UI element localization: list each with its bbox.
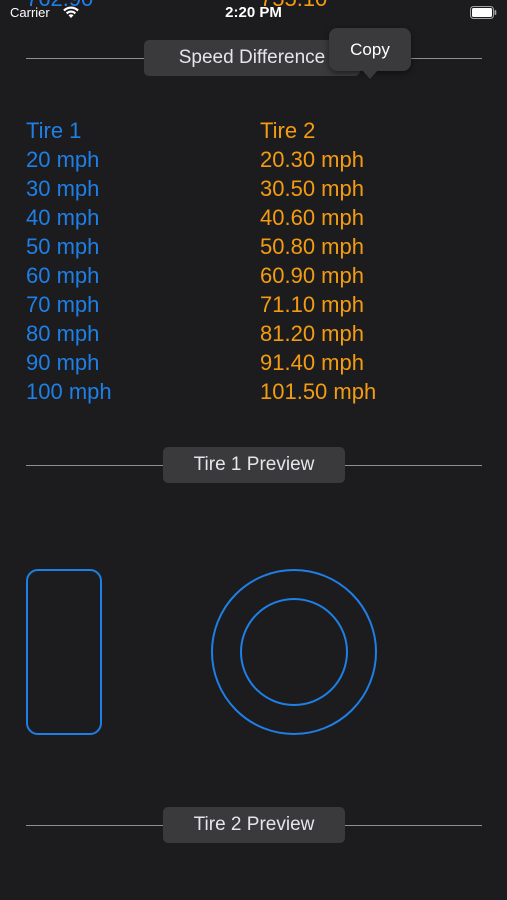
tire2-speed: 40.60 mph bbox=[260, 205, 364, 230]
status-time: 2:20 PM bbox=[225, 4, 282, 21]
tire1-speed: 80 mph bbox=[26, 321, 100, 346]
tooltip-arrow bbox=[362, 70, 378, 79]
tire2-speed: 20.30 mph bbox=[260, 147, 364, 172]
speed-difference-title: Speed Difference bbox=[144, 40, 360, 76]
tire1-speed: 90 mph bbox=[26, 350, 100, 375]
battery-icon bbox=[470, 6, 497, 19]
tire1-speed: 100 mph bbox=[26, 379, 112, 404]
tire2-speed: 71.10 mph bbox=[260, 292, 364, 317]
tire1-speed: 40 mph bbox=[26, 205, 100, 230]
tire2-preview-title: Tire 2 Preview bbox=[163, 807, 345, 843]
tire-side-profile bbox=[26, 569, 102, 735]
status-bar: Carrier 2:20 PM bbox=[0, 0, 507, 28]
speed-difference-header: Speed Difference bbox=[26, 40, 482, 76]
tire2-speed: 101.50 mph bbox=[260, 379, 377, 404]
copy-label: Copy bbox=[350, 40, 390, 59]
tire-outer-ring bbox=[211, 569, 377, 735]
tire1-speed: 70 mph bbox=[26, 292, 100, 317]
tire-calculator-screen: 762.90 755.10 Carrier 2:20 PM Speed Diff… bbox=[0, 0, 507, 900]
tire2-preview-header: Tire 2 Preview bbox=[26, 807, 482, 843]
tire1-speed: 20 mph bbox=[26, 147, 100, 172]
tire2-speed: 50.80 mph bbox=[260, 234, 364, 259]
tire1-preview-title: Tire 1 Preview bbox=[163, 447, 345, 483]
tire2-speed: 60.90 mph bbox=[260, 263, 364, 288]
tire-rim-ring bbox=[240, 598, 348, 706]
tire2-speed: 30.50 mph bbox=[260, 176, 364, 201]
copy-button[interactable]: Copy bbox=[329, 28, 411, 79]
tire1-speed: 60 mph bbox=[26, 263, 100, 288]
tire2-speed: 91.40 mph bbox=[260, 350, 364, 375]
tire2-column: Tire 2 20.30 mph 30.50 mph 40.60 mph 50.… bbox=[260, 116, 376, 406]
tire2-speed: 81.20 mph bbox=[260, 321, 364, 346]
tire1-header: Tire 1 bbox=[26, 118, 82, 143]
tire1-speed: 50 mph bbox=[26, 234, 100, 259]
tire1-column: Tire 1 20 mph 30 mph 40 mph 50 mph 60 mp… bbox=[26, 116, 112, 406]
tire1-preview-header: Tire 1 Preview bbox=[26, 447, 482, 483]
tire1-speed: 30 mph bbox=[26, 176, 100, 201]
tire2-header: Tire 2 bbox=[260, 118, 316, 143]
tire-front-profile bbox=[211, 569, 377, 735]
